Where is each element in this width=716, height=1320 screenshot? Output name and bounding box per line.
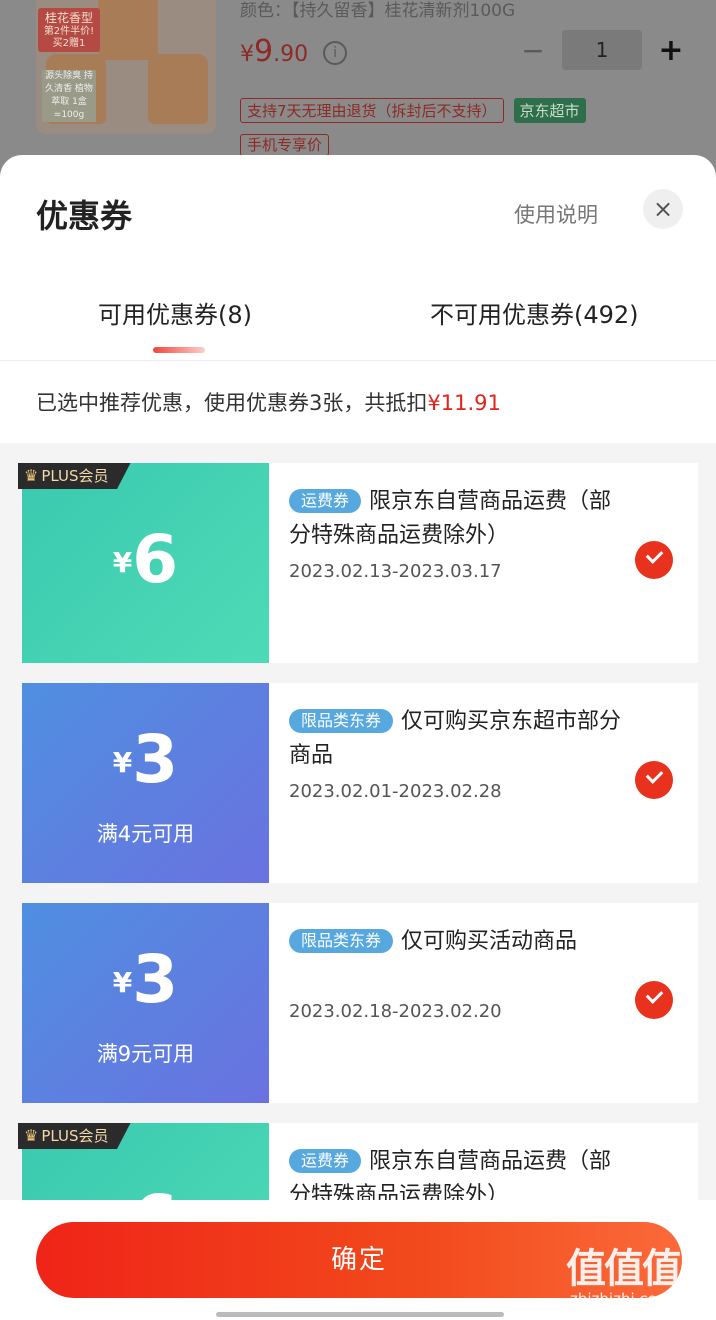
active-tab-indicator bbox=[153, 347, 205, 353]
plus-member-badge: ♛ PLUS会员 bbox=[18, 1123, 131, 1149]
coupon-card[interactable]: ¥3 满9元可用 限品类东券 仅可购买活动商品 2023.02.18-2023.0… bbox=[17, 903, 698, 1103]
coupon-amount: ¥6 bbox=[22, 521, 269, 598]
coupon-date-range: 2023.02.18-2023.02.20 bbox=[289, 1001, 502, 1022]
coupon-description: 限品类东券 仅可购买活动商品 bbox=[289, 925, 629, 959]
coupon-amount: ¥3 bbox=[22, 721, 269, 798]
coupon-card[interactable]: ¥3 满4元可用 限品类东券 仅可购买京东超市部分商品 2023.02.01-20… bbox=[17, 683, 698, 883]
price-integer: 9 bbox=[254, 34, 274, 69]
coupon-details: 运费券 限京东自营商品运费（部分特殊商品运费除外） bbox=[269, 1123, 698, 1200]
sheet-header: 优惠券 使用说明 × bbox=[0, 155, 716, 265]
close-button[interactable]: × bbox=[643, 189, 683, 229]
coupon-tabs: 可用优惠券(8) 不可用优惠券(492) bbox=[0, 265, 716, 361]
selected-check-icon[interactable] bbox=[635, 981, 673, 1019]
selected-check-icon[interactable] bbox=[635, 761, 673, 799]
coupon-currency: ¥ bbox=[112, 546, 133, 579]
coupon-value-panel: ¥3 满4元可用 bbox=[17, 683, 269, 883]
info-icon[interactable]: i bbox=[323, 41, 348, 65]
coupon-type-tag: 运费券 bbox=[289, 489, 362, 513]
coupon-description: 限品类东券 仅可购买京东超市部分商品 bbox=[289, 705, 629, 773]
coupon-description: 运费券 限京东自营商品运费（部分特殊商品运费除外） bbox=[289, 485, 629, 553]
coupon-currency: ¥ bbox=[112, 966, 133, 999]
usage-instructions-link[interactable]: 使用说明 bbox=[514, 199, 598, 229]
product-image-promo: 第2件半价! 买2赠1 bbox=[43, 26, 95, 49]
mobile-price-tag: 手机专享价 bbox=[240, 134, 330, 156]
coupon-details: 限品类东券 仅可购买活动商品 2023.02.18-2023.02.20 bbox=[269, 903, 698, 1103]
product-tags: 支持7天无理由退货（拆封后不支持） 京东超市 bbox=[240, 98, 586, 123]
coupon-value-panel: ♛PLUS会员 ¥6 bbox=[17, 463, 269, 663]
plus-badge-label: PLUS会员 bbox=[41, 1127, 109, 1145]
return-policy-tag: 支持7天无理由退货（拆封后不支持） bbox=[240, 98, 504, 123]
tab-available-coupons[interactable]: 可用优惠券(8) bbox=[98, 295, 252, 330]
increase-button[interactable]: + bbox=[656, 33, 686, 68]
product-price: ¥9.90 i bbox=[240, 34, 348, 69]
coupon-currency: ¥ bbox=[112, 746, 133, 779]
coupon-condition: 满9元可用 bbox=[96, 1042, 195, 1066]
summary-amount: ¥11.91 bbox=[427, 391, 501, 415]
product-image-tag-text: 桂花香型 bbox=[44, 11, 93, 25]
product-tags-row2: 手机专享价 bbox=[240, 134, 330, 156]
product-bottle bbox=[148, 54, 208, 124]
product-image-tag: 桂花香型 第2件半价! 买2赠1 bbox=[38, 8, 100, 52]
watermark-domain: zhizhizhi.com bbox=[570, 1290, 672, 1308]
close-icon: × bbox=[652, 195, 674, 223]
price-symbol: ¥ bbox=[240, 42, 254, 67]
variant-prefix: 颜色： bbox=[240, 1, 291, 21]
product-bottle bbox=[98, 0, 158, 60]
home-indicator[interactable] bbox=[216, 1312, 504, 1317]
store-tag: 京东超市 bbox=[513, 98, 586, 123]
coupon-description: 运费券 限京东自营商品运费（部分特殊商品运费除外） bbox=[289, 1145, 629, 1200]
price-decimal: .90 bbox=[273, 42, 309, 67]
coupon-details: 限品类东券 仅可购买京东超市部分商品 2023.02.01-2023.02.28 bbox=[269, 683, 698, 883]
coupon-type-tag: 限品类东券 bbox=[289, 929, 394, 953]
plus-member-badge: ♛ PLUS会员 bbox=[18, 463, 131, 489]
coupon-date-range: 2023.02.13-2023.03.17 bbox=[289, 561, 502, 582]
coupon-card[interactable]: ♛ PLUS会员 ¥6 运费券 限京东自营商品运费（部分特殊商品运费除外） 2023… bbox=[17, 463, 698, 663]
crown-icon: ♛ bbox=[24, 1126, 39, 1145]
tab-unavailable-coupons[interactable]: 不可用优惠券(492) bbox=[430, 295, 639, 330]
coupon-amount: ¥3 bbox=[22, 941, 269, 1018]
product-variant: 颜色：【持久留香】桂花清新剂100G bbox=[240, 0, 515, 21]
coupon-value-panel: ¥3 满9元可用 bbox=[17, 903, 269, 1103]
coupon-date-range: 2023.02.01-2023.02.28 bbox=[289, 781, 502, 802]
product-image[interactable]: 桂花香型 第2件半价! 买2赠1 源头除臭 持久清香 植物萃取 1盒=100g bbox=[36, 0, 216, 134]
coupon-details: 运费券 限京东自营商品运费（部分特殊商品运费除外） 2023.02.13-2023… bbox=[269, 463, 698, 663]
coupon-description-text: 仅可购买活动商品 bbox=[401, 929, 578, 954]
sheet-title: 优惠券 bbox=[36, 197, 133, 235]
decrease-button[interactable]: − bbox=[518, 34, 548, 67]
coupon-card[interactable]: ♛PLUS会员 ¥6 运费券限京东自营商品运费（部分特殊商品运费除外） bbox=[17, 1123, 698, 1200]
selected-check-icon[interactable] bbox=[635, 541, 673, 579]
coupon-value-panel: ♛PLUS会员 ¥6 bbox=[17, 1123, 269, 1200]
quantity-stepper: − 1 + bbox=[518, 30, 686, 70]
variant-value: 【持久留香】桂花清新剂100G bbox=[291, 1, 516, 21]
coupon-type-tag: 限品类东券 bbox=[289, 709, 394, 733]
quantity-input[interactable]: 1 bbox=[562, 30, 642, 70]
coupon-amount-value: 3 bbox=[132, 721, 179, 798]
coupon-amount-value: 6 bbox=[132, 1181, 178, 1200]
summary-text: 已选中推荐优惠，使用优惠券3张，共抵扣 bbox=[36, 391, 428, 415]
watermark-logo: 值值值 bbox=[566, 1246, 682, 1292]
coupon-condition: 满4元可用 bbox=[96, 822, 195, 846]
coupon-amount-value: 3 bbox=[132, 941, 179, 1018]
coupon-amount: ¥6 bbox=[22, 1181, 269, 1200]
coupon-sheet: 优惠券 使用说明 × 可用优惠券(8) 不可用优惠券(492) 已选中推荐优惠，… bbox=[0, 155, 716, 1320]
plus-badge-label: PLUS会员 bbox=[41, 467, 109, 485]
crown-icon: ♛ bbox=[24, 466, 39, 485]
coupon-list[interactable]: ♛ PLUS会员 ¥6 运费券 限京东自营商品运费（部分特殊商品运费除外） 2023… bbox=[0, 443, 716, 1200]
product-image-features: 源头除臭 持久清香 植物萃取 1盒=100g bbox=[42, 70, 96, 122]
selection-summary: 已选中推荐优惠，使用优惠券3张，共抵扣¥11.91 bbox=[0, 361, 716, 445]
coupon-amount-value: 6 bbox=[132, 521, 179, 598]
coupon-type-tag: 运费券 bbox=[289, 1149, 362, 1173]
